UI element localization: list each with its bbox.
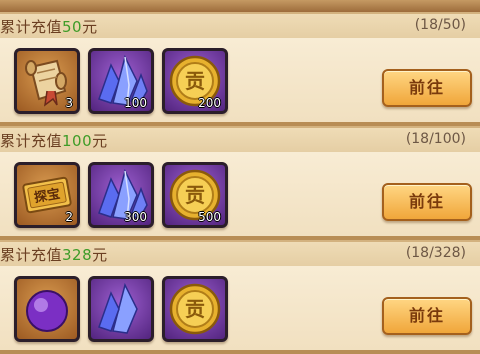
- top-strip: [0, 0, 480, 12]
- tier-header: 累计充值100元 (18/100): [0, 126, 480, 152]
- title-prefix: 累计充值: [0, 246, 63, 264]
- title-amount: 100: [62, 132, 93, 150]
- reward-slot[interactable]: 探宝 2: [14, 162, 80, 228]
- title-prefix: 累计充值: [0, 132, 63, 150]
- title-amount: 50: [62, 18, 83, 36]
- reward-slot[interactable]: 贡 500: [162, 162, 228, 228]
- reward-quantity: 100: [124, 96, 147, 110]
- purple-orb-icon: [26, 290, 68, 332]
- tier-title: 累计充值50元: [0, 16, 98, 37]
- reward-slot[interactable]: 贡: [162, 276, 228, 342]
- title-suffix: 元: [82, 18, 98, 36]
- tier-body: 探宝 2 300 贡 500 前往: [0, 152, 480, 240]
- tier-progress: (18/50): [414, 17, 466, 33]
- tier-body: 贡 前往: [0, 266, 480, 354]
- reward-quantity: 200: [198, 96, 221, 110]
- reward-quantity: 3: [65, 96, 73, 110]
- title-amount: 328: [62, 246, 93, 264]
- title-suffix: 元: [92, 132, 108, 150]
- reward-slot[interactable]: 贡 200: [162, 48, 228, 114]
- tier-title: 累计充值100元: [0, 130, 108, 151]
- reward-slot[interactable]: [88, 276, 154, 342]
- reward-slot[interactable]: 3: [14, 48, 80, 114]
- reward-slot[interactable]: 100: [88, 48, 154, 114]
- go-button[interactable]: 前往: [382, 69, 472, 107]
- reward-slot[interactable]: 300: [88, 162, 154, 228]
- reward-quantity: 300: [124, 210, 147, 224]
- coin-character: 贡: [185, 69, 205, 93]
- reward-tier-50: 累计充值50元 (18/50) 3 100 贡 200 前往: [0, 12, 480, 126]
- reward-quantity: 500: [198, 210, 221, 224]
- go-button[interactable]: 前往: [382, 297, 472, 335]
- reward-quantity: 2: [65, 210, 73, 224]
- coin-character: 贡: [185, 183, 205, 207]
- coin-character: 贡: [185, 297, 205, 321]
- go-button[interactable]: 前往: [382, 183, 472, 221]
- tier-header: 累计充值328元 (18/328): [0, 240, 480, 266]
- tier-title: 累计充值328元: [0, 244, 108, 265]
- reward-tier-328: 累计充值328元 (18/328) 贡 前往: [0, 240, 480, 354]
- tier-header: 累计充值50元 (18/50): [0, 12, 480, 38]
- reward-tier-100: 累计充值100元 (18/100) 探宝 2 300 贡 500 前往: [0, 126, 480, 240]
- tier-progress: (18/328): [405, 245, 466, 261]
- reward-slot[interactable]: [14, 276, 80, 342]
- title-prefix: 累计充值: [0, 18, 63, 36]
- tier-body: 3 100 贡 200 前往: [0, 38, 480, 126]
- title-suffix: 元: [92, 246, 108, 264]
- tier-progress: (18/100): [405, 131, 466, 147]
- purple-crystal-icon: [98, 282, 138, 334]
- gold-coin-icon: 贡: [169, 283, 221, 335]
